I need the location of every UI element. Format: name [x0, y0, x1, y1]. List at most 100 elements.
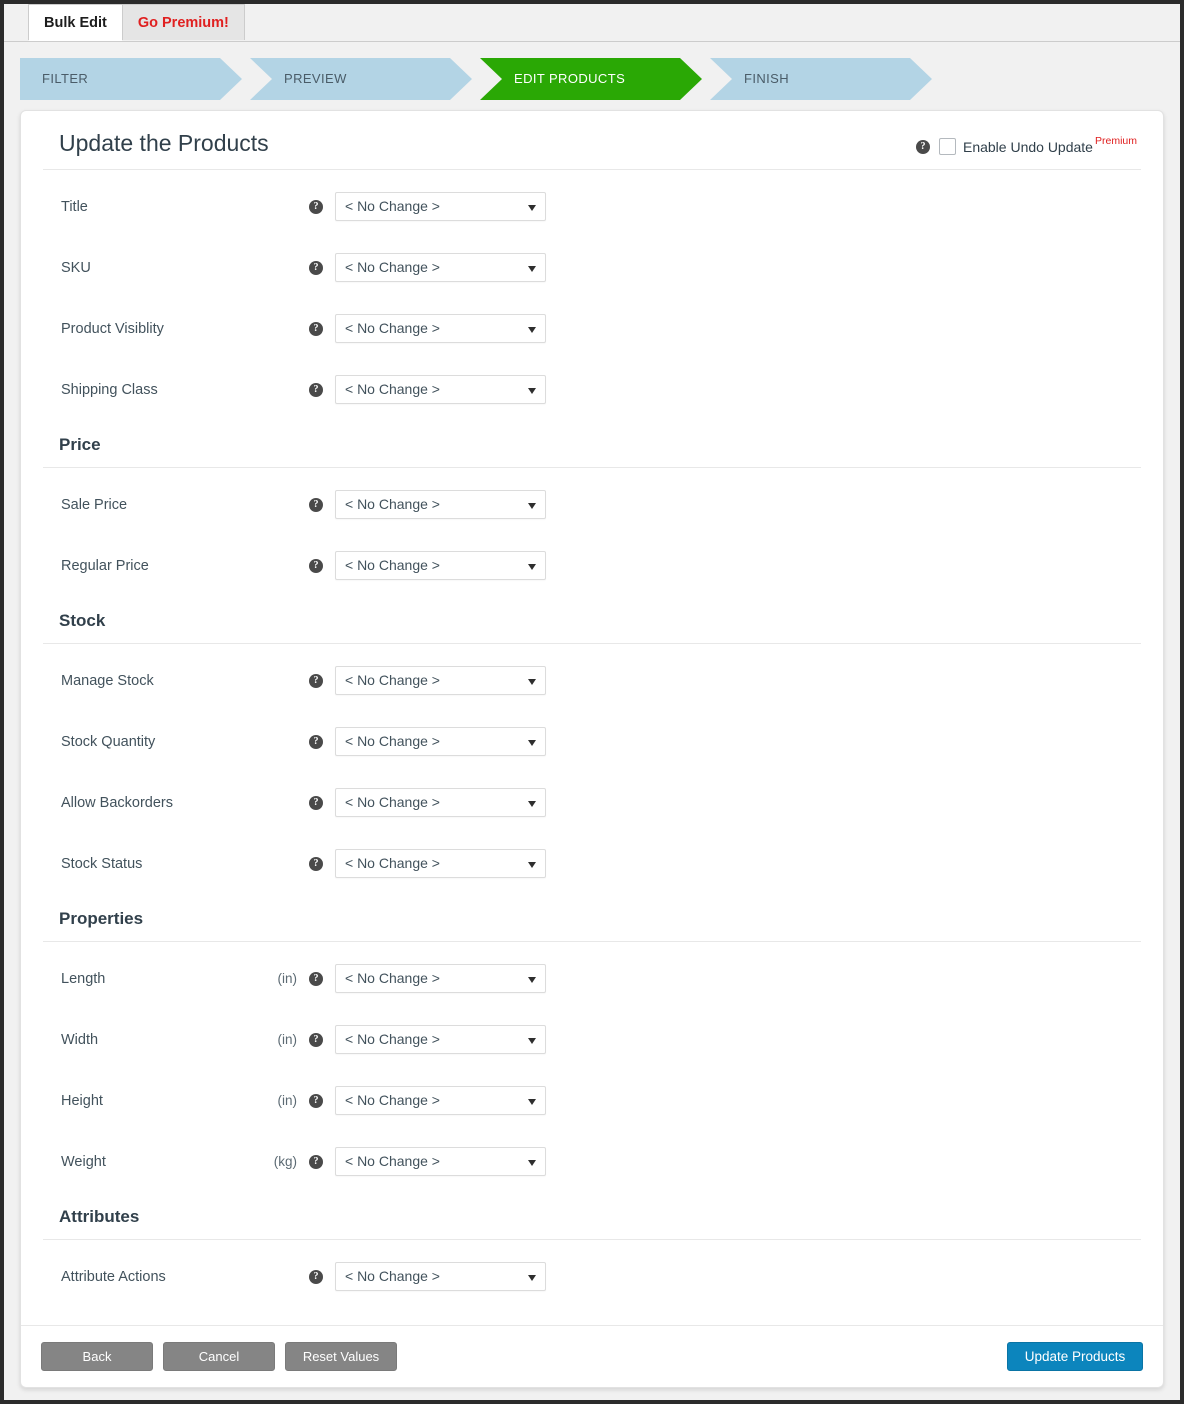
reset-values-button[interactable]: Reset Values	[285, 1342, 397, 1371]
help-icon-wrap: ?	[309, 1093, 323, 1108]
field-select[interactable]: < No Change >	[335, 964, 546, 993]
help-icon-wrap: ?	[309, 199, 323, 214]
card-footer: Back Cancel Reset Values Update Products	[21, 1325, 1163, 1387]
chevron-down-icon	[528, 1098, 536, 1105]
help-icon[interactable]: ?	[915, 139, 930, 154]
help-icon[interactable]: ?	[309, 260, 323, 275]
field-label: Shipping Class	[61, 381, 158, 398]
field-label: Stock Quantity	[61, 733, 156, 750]
premium-badge: Premium	[1094, 135, 1137, 147]
chevron-down-icon	[528, 678, 536, 685]
field-select-value: < No Change >	[345, 320, 440, 336]
chevron-down-icon	[528, 976, 536, 983]
help-icon[interactable]: ?	[309, 795, 323, 810]
field-label: Attribute Actions	[61, 1268, 166, 1285]
field-label: Height	[61, 1092, 103, 1109]
field-select[interactable]: < No Change >	[335, 551, 546, 580]
general-fields: Title ? < No Change > SKU ? < No Change …	[43, 170, 1141, 420]
step-finish[interactable]: FINISH	[710, 58, 932, 100]
step-preview[interactable]: PREVIEW	[250, 58, 472, 100]
field-select[interactable]: < No Change >	[335, 192, 546, 221]
field-select[interactable]: < No Change >	[335, 253, 546, 282]
field-select[interactable]: < No Change >	[335, 490, 546, 519]
help-icon[interactable]: ?	[309, 382, 323, 397]
help-icon[interactable]: ?	[309, 734, 323, 749]
help-icon[interactable]: ?	[309, 971, 323, 986]
tab-go-premium[interactable]: Go Premium!	[121, 4, 245, 40]
section-title: Properties	[59, 909, 144, 928]
field-select-value: < No Change >	[345, 733, 440, 749]
help-icon-wrap: ?	[309, 382, 323, 397]
tab-go-premium-label: Go Premium!	[137, 15, 229, 31]
update-products-button[interactable]: Update Products	[1007, 1342, 1143, 1371]
chevron-down-icon	[528, 265, 536, 272]
field-label: Length	[61, 970, 106, 987]
bulk-edit-screen: Bulk Edit Go Premium! FILTER PREVIEW EDI…	[4, 4, 1180, 1400]
field-label: Title	[61, 198, 88, 215]
field-select[interactable]: < No Change >	[335, 727, 546, 756]
field-row-shipping-class: Shipping Class ? < No Change >	[43, 359, 1141, 420]
field-unit: (in)	[277, 1093, 298, 1108]
back-button[interactable]: Back	[41, 1342, 153, 1371]
help-icon[interactable]: ?	[309, 1154, 323, 1169]
help-icon[interactable]: ?	[309, 558, 323, 573]
field-select-value: < No Change >	[345, 1268, 440, 1284]
field-select[interactable]: < No Change >	[335, 1025, 546, 1054]
enable-undo-update-checkbox[interactable]	[938, 138, 956, 155]
section-title: Attributes	[59, 1207, 140, 1226]
help-icon-wrap: ?	[309, 734, 323, 749]
field-unit: (kg)	[273, 1154, 297, 1169]
section-stock-fields: Manage Stock ? < No Change > Stock Quant…	[43, 644, 1141, 894]
field-label: Width	[61, 1031, 99, 1048]
chevron-down-icon	[528, 739, 536, 746]
field-select[interactable]: < No Change >	[335, 1262, 546, 1291]
field-row-regular-price: Regular Price ? < No Change >	[43, 535, 1141, 596]
help-icon[interactable]: ?	[309, 673, 323, 688]
field-label: Weight	[61, 1153, 106, 1170]
field-row-attribute-actions: Attribute Actions ? < No Change >	[43, 1246, 1141, 1307]
field-select-value: < No Change >	[345, 970, 440, 986]
help-icon-wrap: ?	[309, 1032, 323, 1047]
chevron-down-icon	[528, 1037, 536, 1044]
cancel-button[interactable]: Cancel	[163, 1342, 275, 1371]
help-icon[interactable]: ?	[309, 856, 323, 871]
field-row-allow-backorders: Allow Backorders ? < No Change >	[43, 772, 1141, 833]
help-icon[interactable]: ?	[309, 1032, 323, 1047]
field-select-value: < No Change >	[345, 496, 440, 512]
help-icon[interactable]: ?	[309, 1269, 323, 1284]
step-edit-products[interactable]: EDIT PRODUCTS	[480, 58, 702, 100]
field-label: Sale Price	[61, 496, 128, 513]
field-select[interactable]: < No Change >	[335, 1147, 546, 1176]
section-attributes: Attributes	[43, 1192, 1141, 1240]
field-select-value: < No Change >	[345, 557, 440, 573]
field-row-manage-stock: Manage Stock ? < No Change >	[43, 650, 1141, 711]
chevron-down-icon	[528, 1159, 536, 1166]
section-stock: Stock	[43, 596, 1141, 644]
field-row-stock-quantity: Stock Quantity ? < No Change >	[43, 711, 1141, 772]
help-icon[interactable]: ?	[309, 199, 323, 214]
help-icon-wrap: ?	[309, 1154, 323, 1169]
field-select[interactable]: < No Change >	[335, 314, 546, 343]
field-label: Stock Status	[61, 855, 143, 872]
field-select[interactable]: < No Change >	[335, 375, 546, 404]
help-icon-wrap: ?	[309, 497, 323, 512]
step-filter[interactable]: FILTER	[20, 58, 242, 100]
field-select-value: < No Change >	[345, 381, 440, 397]
field-select[interactable]: < No Change >	[335, 849, 546, 878]
help-icon-wrap: ?	[309, 260, 323, 275]
help-icon[interactable]: ?	[309, 321, 323, 336]
card-header: Update the Products ? Enable Undo Update…	[43, 111, 1141, 170]
field-select-value: < No Change >	[345, 855, 440, 871]
enable-undo-update-control[interactable]: ? Enable Undo Update Premium	[915, 135, 1137, 155]
tab-bulk-edit[interactable]: Bulk Edit	[28, 4, 123, 41]
field-select[interactable]: < No Change >	[335, 666, 546, 695]
help-icon[interactable]: ?	[309, 1093, 323, 1108]
help-icon-wrap: ?	[309, 321, 323, 336]
section-title: Stock	[59, 611, 106, 630]
help-icon[interactable]: ?	[309, 497, 323, 512]
section-title: Price	[59, 435, 101, 454]
field-select[interactable]: < No Change >	[335, 788, 546, 817]
field-select[interactable]: < No Change >	[335, 1086, 546, 1115]
field-select-value: < No Change >	[345, 198, 440, 214]
help-icon-wrap: ?	[309, 558, 323, 573]
